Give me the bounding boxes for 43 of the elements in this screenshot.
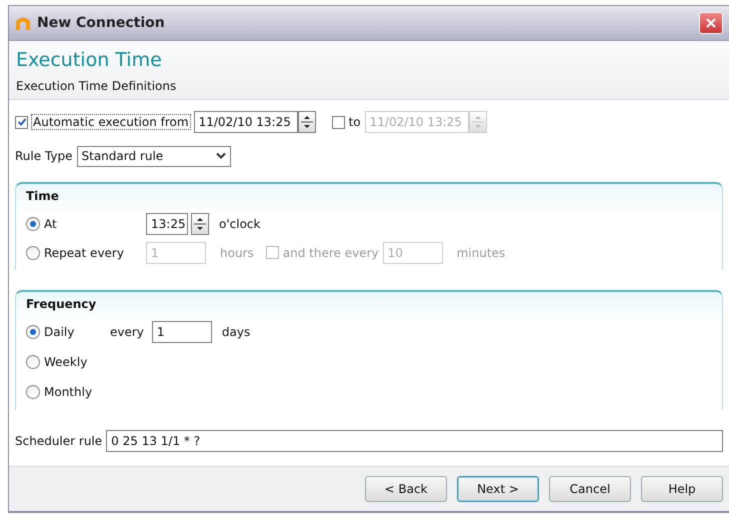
close-button[interactable] bbox=[699, 12, 723, 34]
date-time-field[interactable]: 11/02/10 13:25 bbox=[194, 111, 298, 133]
checkbox-label: to bbox=[348, 115, 361, 129]
dialog-button[interactable]: < Back bbox=[365, 476, 447, 502]
radio-button[interactable] bbox=[26, 246, 40, 260]
radio-button[interactable] bbox=[26, 216, 40, 230]
page-title: Execution Time bbox=[16, 49, 163, 71]
group-title: Frequency bbox=[26, 297, 98, 311]
group-title: Time bbox=[26, 189, 60, 203]
checkbox[interactable] bbox=[266, 246, 279, 259]
unit-label: o'clock bbox=[219, 216, 260, 230]
checkbox[interactable] bbox=[15, 116, 28, 128]
rule-type-dropdown[interactable]: Standard rule bbox=[76, 146, 230, 166]
close-icon bbox=[706, 18, 716, 28]
radio-label: Weekly bbox=[44, 355, 88, 369]
radio-label: Daily bbox=[44, 325, 74, 339]
days-field[interactable]: 1 bbox=[152, 321, 212, 343]
checkbox-label: Automatic execution from bbox=[32, 115, 190, 129]
dialog-button[interactable]: Help bbox=[641, 476, 723, 502]
window-title: New Connection bbox=[37, 15, 166, 31]
arch-icon bbox=[15, 15, 31, 31]
spin-buttons[interactable] bbox=[191, 212, 209, 234]
radio-label: At bbox=[44, 216, 57, 230]
radio-button[interactable] bbox=[26, 385, 40, 399]
radio-button[interactable] bbox=[26, 325, 40, 339]
caret-icon bbox=[216, 152, 226, 160]
checkbox[interactable] bbox=[332, 116, 345, 128]
spin-buttons[interactable] bbox=[298, 111, 316, 133]
unit-label: days bbox=[222, 325, 250, 339]
radio-label: Monthly bbox=[44, 385, 92, 399]
time-field[interactable]: 13:25 bbox=[146, 212, 188, 234]
dialog-button[interactable]: Cancel bbox=[549, 476, 631, 502]
field-label: Scheduler rule bbox=[15, 434, 102, 448]
radio-label: Repeat every bbox=[44, 246, 124, 260]
scheduler-rule-field[interactable]: 0 25 13 1/1 * ? bbox=[106, 430, 723, 452]
unit-label: hours bbox=[220, 246, 254, 260]
checkbox-label: and there every bbox=[282, 246, 379, 260]
unit-label: minutes bbox=[456, 246, 506, 260]
field-label: Rule Type bbox=[15, 149, 72, 163]
radio-button[interactable] bbox=[26, 355, 40, 369]
page-subtitle: Execution Time Definitions bbox=[16, 79, 178, 93]
field-label: every bbox=[110, 325, 144, 339]
dialog-button[interactable]: Next > bbox=[457, 476, 539, 502]
